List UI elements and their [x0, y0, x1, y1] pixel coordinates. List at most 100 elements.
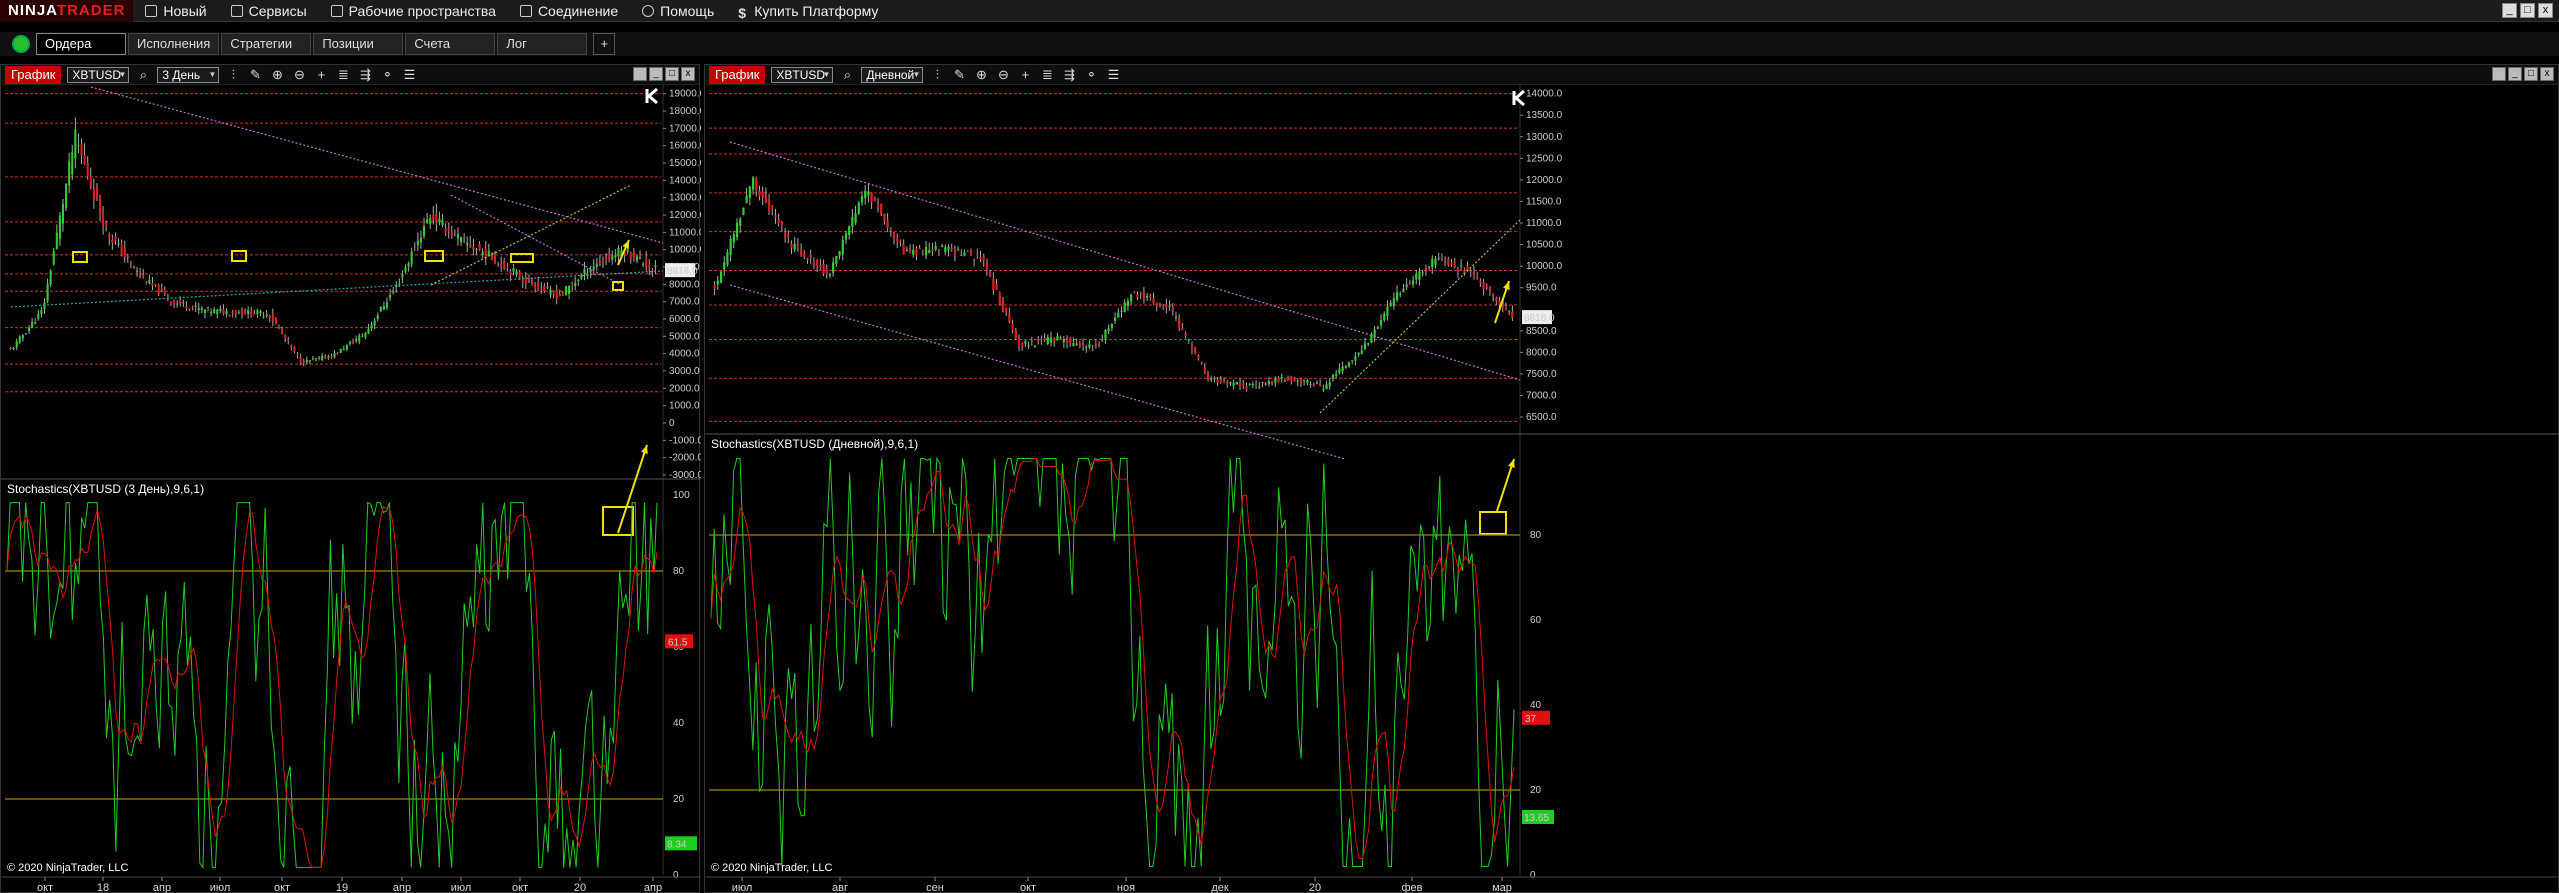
zoom-in-icon[interactable]: ⊕ — [269, 67, 285, 83]
period-selector[interactable]: Дневной — [861, 66, 924, 83]
candle-body — [142, 275, 145, 278]
candle-body — [629, 252, 632, 260]
tab-executions[interactable]: Исполнения — [128, 33, 220, 55]
candle-body — [1069, 338, 1072, 343]
candle-body — [15, 341, 18, 348]
chart-title-tab[interactable]: График — [709, 65, 766, 84]
tab-log[interactable]: Лог — [497, 33, 588, 55]
candle-body — [774, 215, 777, 218]
candle-body — [924, 247, 928, 256]
candle-body — [1197, 355, 1200, 359]
candle-body — [237, 312, 240, 314]
menu-help[interactable]: Помощь — [630, 0, 726, 22]
candle-body — [46, 283, 49, 302]
zoom-out-icon[interactable]: ⊖ — [995, 67, 1011, 83]
candle-body — [416, 240, 419, 246]
chart-canvas-daily[interactable]: 14000.0 13500.0 13000.0 12500.0 12000.0 11500… — [705, 85, 2559, 893]
data-box-icon[interactable]: ☰ — [1105, 67, 1121, 83]
close-button[interactable]: x — [2538, 3, 2553, 18]
close-button[interactable]: x — [2540, 67, 2554, 81]
ninjatrader-logo: NINJATRADER — [0, 0, 134, 22]
candle-body — [191, 307, 194, 309]
chart-canvas-3day[interactable]: 19000.0 18000.0 17000.0 16000.0 15000.0 14000… — [1, 85, 701, 893]
tile-button[interactable] — [633, 67, 647, 81]
tab-strategies[interactable]: Стратегии — [221, 33, 312, 55]
strategies-icon[interactable]: ⇶ — [1061, 67, 1077, 83]
candle-body — [506, 267, 509, 269]
candle-body — [222, 309, 225, 314]
minimize-button[interactable]: _ — [649, 67, 663, 81]
stoch-tick-label: 40 — [673, 718, 685, 729]
y-tick-label: 15000.0 — [669, 158, 701, 169]
candle-body — [61, 203, 65, 224]
menu-tools[interactable]: Сервисы — [219, 0, 319, 22]
menu-new[interactable]: Новый — [133, 0, 218, 22]
candle-body — [367, 328, 370, 334]
search-icon[interactable]: ⌕ — [839, 67, 855, 83]
candle-body — [302, 360, 305, 364]
candle-body — [83, 155, 86, 164]
period-selector[interactable]: 3 День — [157, 66, 220, 83]
search-icon[interactable]: ⌕ — [135, 67, 151, 83]
candle-body — [880, 203, 883, 215]
zoom-out-icon[interactable]: ⊖ — [291, 67, 307, 83]
menu-connection[interactable]: Соединение — [508, 0, 630, 22]
candle-body — [80, 144, 83, 156]
highlight-box — [231, 250, 247, 262]
candle-body — [1107, 328, 1110, 332]
y-tick-label: -1000.0 — [669, 435, 701, 446]
minimize-button[interactable]: _ — [2502, 3, 2517, 18]
maximize-button[interactable]: □ — [2524, 67, 2538, 81]
candle-body — [1033, 345, 1037, 347]
candle-body — [1367, 343, 1370, 345]
maximize-button[interactable]: □ — [665, 67, 679, 81]
candle-body — [1399, 293, 1402, 295]
candle-body — [1114, 317, 1117, 321]
crosshair-icon[interactable]: + — [313, 67, 329, 82]
indicators-icon[interactable]: ≣ — [335, 67, 351, 83]
candle-body — [1213, 377, 1216, 379]
minimize-button[interactable]: _ — [2508, 67, 2522, 81]
candle-body — [1210, 378, 1213, 380]
properties-icon[interactable]: ⚬ — [1083, 67, 1099, 83]
instrument-selector[interactable]: XBTUSD — [67, 66, 130, 83]
candle-body — [1405, 284, 1408, 288]
maximize-button[interactable]: □ — [2520, 3, 2535, 18]
trend-line — [90, 86, 664, 244]
strategies-icon[interactable]: ⇶ — [357, 67, 373, 83]
candle-body — [950, 248, 953, 251]
x-tick-label: ноя — [1117, 882, 1135, 893]
candle-body — [339, 348, 342, 353]
candle-body — [358, 335, 361, 342]
instrument-selector[interactable]: XBTUSD — [771, 66, 834, 83]
add-tab-button[interactable]: + — [593, 33, 616, 55]
pencil-icon[interactable]: ✎ — [247, 67, 263, 83]
candle-body — [484, 247, 487, 259]
candle-body — [86, 162, 89, 177]
candle-body — [1184, 333, 1187, 336]
bar-type-icon[interactable]: ⫶ — [929, 67, 945, 83]
chart-title-tab[interactable]: График — [5, 65, 62, 84]
pencil-icon[interactable]: ✎ — [951, 67, 967, 83]
crosshair-icon[interactable]: + — [1017, 67, 1033, 82]
tab-accounts[interactable]: Счета — [405, 33, 496, 55]
tile-button[interactable] — [2492, 67, 2506, 81]
candle-body — [966, 250, 969, 252]
y-tick-label: 12500.0 — [1526, 153, 1563, 164]
properties-icon[interactable]: ⚬ — [379, 67, 395, 83]
candle-body — [1303, 379, 1306, 381]
ninjatrader-watermark-icon — [1512, 89, 1525, 107]
chart-window-3day: График XBTUSD ⌕ 3 День ⫶ ✎ ⊕ ⊖ + ≣ ⇶ ⚬ ☰… — [0, 64, 701, 893]
close-button[interactable]: x — [681, 67, 695, 81]
candle-body — [1315, 382, 1319, 384]
candle-body — [1120, 311, 1123, 313]
tab-orders[interactable]: Ордера — [36, 33, 126, 55]
menu-buy-platform[interactable]: $ Купить Платформу — [726, 0, 890, 22]
zoom-in-icon[interactable]: ⊕ — [973, 67, 989, 83]
indicators-icon[interactable]: ≣ — [1039, 67, 1055, 83]
menu-workspaces[interactable]: Рабочие пространства — [319, 0, 508, 22]
dollar-icon: $ — [738, 4, 747, 21]
tab-positions[interactable]: Позиции — [313, 33, 404, 55]
data-box-icon[interactable]: ☰ — [401, 67, 417, 83]
bar-type-icon[interactable]: ⫶ — [225, 67, 241, 83]
